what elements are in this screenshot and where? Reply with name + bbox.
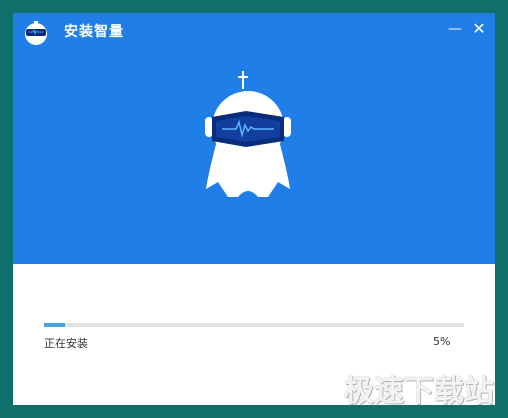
minimize-button[interactable]: —	[445, 19, 465, 39]
installer-window: 安装智量 — ✕ 正在安装 5%	[13, 13, 495, 405]
window-title: 安装智量	[64, 24, 124, 40]
install-progress-bar	[44, 323, 464, 327]
robot-mascot-icon	[205, 71, 291, 197]
install-progress-fill	[44, 323, 65, 327]
header-banner: 安装智量 — ✕	[13, 13, 495, 264]
title-bar[interactable]: 安装智量 — ✕	[13, 13, 495, 51]
robot-logo-icon	[25, 21, 47, 45]
install-status-label: 正在安装	[44, 337, 88, 350]
close-button[interactable]: ✕	[469, 19, 489, 39]
install-percent-label: 5%	[433, 335, 451, 348]
watermark-text: 极速下载站	[344, 374, 494, 409]
